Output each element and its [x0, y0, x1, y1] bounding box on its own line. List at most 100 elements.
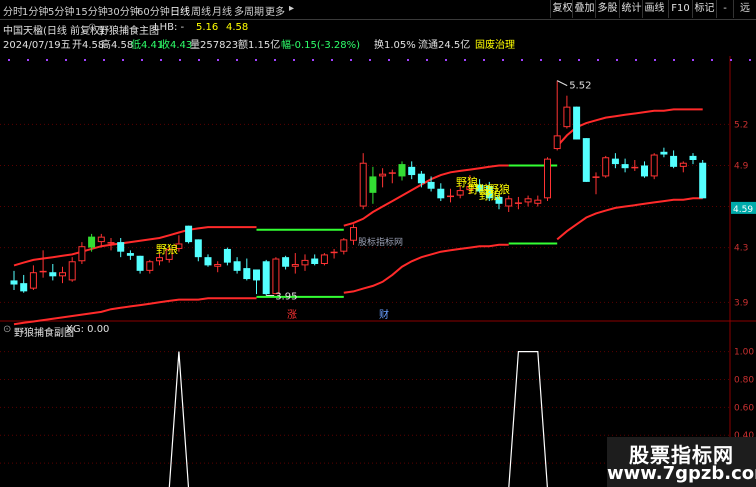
- lower-band-line: [13, 197, 703, 326]
- candle-body: [631, 166, 639, 169]
- toolbar-button-1[interactable]: 叠加: [572, 0, 596, 18]
- tab-period-8[interactable]: 月线: [212, 3, 232, 18]
- candle-body: [88, 236, 96, 248]
- current-price-value: 4.59: [733, 205, 753, 215]
- sub-indicator-name[interactable]: 野狼捕食副图: [14, 324, 74, 339]
- candle-body: [20, 283, 28, 292]
- candle-body: [621, 164, 629, 169]
- quote-high: 高4.58: [101, 40, 134, 51]
- candle-body: [262, 261, 270, 295]
- price-tick: 4.3: [734, 244, 748, 254]
- minimize-button[interactable]: -: [716, 0, 733, 18]
- tab-period-5[interactable]: 60分钟: [137, 3, 170, 18]
- candle-body: [611, 158, 619, 165]
- tab-period-2[interactable]: 5分钟: [48, 3, 74, 18]
- marker-dot: [711, 59, 713, 61]
- candle-body: [456, 190, 464, 196]
- wolf-label: 野狼: [488, 182, 510, 196]
- marker-dot: [540, 59, 542, 61]
- tab-period-0[interactable]: 分时: [3, 3, 23, 18]
- tab-period-6[interactable]: 日线: [170, 3, 190, 18]
- price-tick: 3.9: [734, 298, 749, 308]
- candle-body: [253, 269, 260, 281]
- quote-date: 2024/07/19五: [3, 40, 71, 51]
- marker-dot: [502, 59, 504, 61]
- candle-body: [388, 172, 396, 174]
- high-pointer: [556, 80, 568, 87]
- quote-turnover: 换1.05%: [374, 40, 416, 51]
- main-indicator-name[interactable]: 野狼捕食主图: [99, 22, 159, 37]
- watermark-url: www.7gpzb.com: [607, 463, 756, 484]
- marker-dot: [559, 59, 561, 61]
- event-cai: 财: [379, 308, 389, 321]
- period-toolbar: 分时 1分钟 5分钟 15分钟 30分钟 60分钟 日线 周线 月线 多周期 更多 ▸ 复权 叠加 多股 统计…: [0, 0, 756, 20]
- candle-body: [107, 242, 115, 244]
- marker-dot: [388, 59, 390, 61]
- tab-period-7[interactable]: 周线: [191, 3, 211, 18]
- candle-body: [291, 264, 299, 267]
- toolbar-button-4[interactable]: 画线: [642, 0, 666, 18]
- marker-dot: [331, 59, 333, 61]
- candle-body: [39, 270, 47, 273]
- candle-body: [156, 257, 163, 262]
- tab-period-10[interactable]: 更多: [265, 3, 285, 18]
- quote-close: 收4.43: [160, 40, 193, 51]
- marker-dot: [122, 59, 124, 61]
- marker-dot: [369, 59, 371, 61]
- wolf-label: 野狼: [156, 242, 178, 256]
- lhb-label: LHB: -: [154, 22, 185, 33]
- candle-body: [524, 198, 532, 203]
- candle-body: [185, 225, 193, 243]
- marker-dot: [597, 59, 599, 61]
- tab-period-3[interactable]: 15分钟: [75, 3, 108, 18]
- candle-body: [592, 176, 600, 178]
- candle-body: [379, 173, 387, 177]
- candle-body: [97, 236, 105, 243]
- quote-change: 幅-0.15(-3.28%): [281, 40, 361, 51]
- toolbar-button-0[interactable]: 复权: [550, 0, 574, 18]
- toolbar-button-5[interactable]: F10: [668, 0, 692, 18]
- candle-body: [126, 253, 134, 256]
- candle-body: [427, 181, 435, 189]
- marker-dot: [160, 59, 162, 61]
- marker-dot: [445, 59, 447, 61]
- tab-period-9[interactable]: 多周期: [234, 3, 264, 18]
- toolbar-button-6[interactable]: 标记: [692, 0, 716, 18]
- toolbar-button-far[interactable]: 远: [733, 0, 756, 18]
- marker-dot: [654, 59, 656, 61]
- candle-body: [136, 255, 144, 271]
- sub-axis-tick: 0.60: [734, 403, 754, 413]
- candle-body: [534, 199, 542, 204]
- candle-body: [301, 259, 309, 266]
- marker-dot: [65, 59, 67, 61]
- candle-body: [330, 251, 338, 254]
- marker-dot: [521, 59, 523, 61]
- quote-float: 流通24.5亿: [418, 40, 471, 51]
- main-indicator-gear-icon[interactable]: ⊙: [88, 22, 96, 33]
- chart-canvas[interactable]: 5.24.94.64.33.95.523.95野狼野狼野狼野狼野狼股标指标网涨财…: [0, 0, 756, 487]
- sub-indicator-gear-icon[interactable]: ⊙: [3, 324, 11, 335]
- sub-axis-tick: 1.00: [734, 348, 754, 358]
- toolbar-button-3[interactable]: 统计: [619, 0, 643, 18]
- candle-body: [602, 157, 610, 177]
- price-tick: 5.2: [734, 120, 748, 130]
- marker-dot: [8, 59, 10, 61]
- candle-body: [78, 246, 86, 262]
- low-price-label: 3.95: [275, 291, 297, 302]
- high-price-label: 5.52: [569, 81, 591, 92]
- candle-body: [650, 154, 658, 177]
- marker-dot: [635, 59, 637, 61]
- marker-dot: [141, 59, 143, 61]
- marker-dot: [236, 59, 238, 61]
- signal-line: [168, 351, 548, 487]
- toolbar-button-2[interactable]: 多股: [595, 0, 619, 18]
- marker-dot: [426, 59, 428, 61]
- candle-body: [408, 166, 416, 176]
- candle-body: [660, 151, 668, 155]
- price-tick: 4.9: [734, 161, 749, 171]
- tab-period-1[interactable]: 1分钟: [22, 3, 48, 18]
- tab-period-4[interactable]: 30分钟: [107, 3, 140, 18]
- marker-dot: [616, 59, 618, 61]
- candle-body: [369, 176, 377, 193]
- more-arrow-icon[interactable]: ▸: [289, 3, 294, 14]
